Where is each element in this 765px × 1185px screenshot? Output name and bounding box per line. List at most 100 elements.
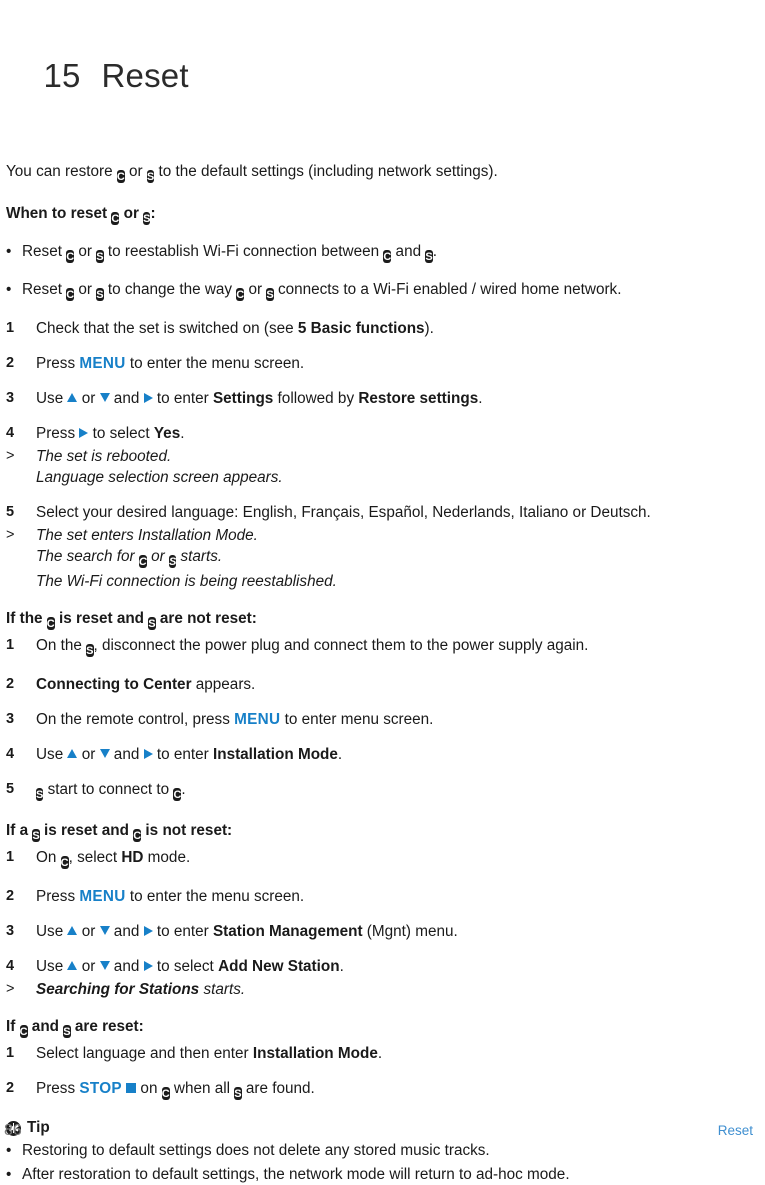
triangle-up-icon (67, 393, 78, 403)
step-text-post: , disconnect the power plug and connect … (93, 637, 589, 654)
station-icon-label: S (148, 617, 156, 630)
station-icon-label: S (96, 288, 104, 301)
bullet-dot: • (6, 1142, 12, 1159)
step-number: 3 (6, 711, 15, 727)
result-line: Language selection screen appears. (36, 469, 283, 486)
step-row: 3 Use or and to enter Station Management… (6, 921, 755, 942)
section-heading-part-3: are reset: (70, 1018, 144, 1035)
step-text-mid-1: or (77, 746, 100, 763)
stop-square-icon (126, 1082, 137, 1093)
step-text: Use or and to enter Installation Mode. (36, 744, 755, 765)
section-heading-part-2: and (27, 1018, 64, 1035)
step-number: 4 (6, 958, 15, 974)
step-row: 3 Use or and to enter Settings followed … (6, 388, 755, 409)
step-text: Use or and to select Add New Station. (36, 956, 755, 977)
step-text-post: . (478, 390, 483, 407)
step-row: 4 Use or and to select Add New Station. (6, 956, 755, 977)
center-icon-label: C (66, 288, 75, 301)
page-title: 15 Reset (6, 16, 755, 136)
step-text-mid-1: or (77, 923, 100, 940)
intro-text-or: or (124, 163, 147, 180)
station-icon-label: S (36, 788, 44, 801)
result-line: The search for C or S starts. (36, 546, 755, 571)
result-row: > The set is rebooted. Language selectio… (6, 446, 755, 488)
result-marker: > (6, 981, 15, 997)
station-icon-label: S (143, 212, 151, 225)
bullet-dot: • (6, 281, 12, 298)
step-text-mid-1: or (77, 958, 100, 975)
result-marker: > (6, 527, 15, 543)
triangle-up-icon (67, 749, 78, 759)
step-text-pre: Press (36, 355, 80, 372)
stop-button-label: STOP (79, 1080, 122, 1097)
center-icon: C (161, 1082, 170, 1103)
step-text-pre: Press (36, 425, 80, 442)
triangle-up-icon (67, 926, 78, 936)
list-item-text: After restoration to default settings, t… (22, 1166, 570, 1183)
station-icon-label: S (168, 555, 177, 568)
footer-section-name: Reset (717, 1123, 753, 1138)
step-text: On C, select HD mode. (36, 847, 755, 872)
step-text-bold: Installation Mode (212, 746, 338, 763)
step-row: 5 Select your desired language: English,… (6, 502, 755, 523)
step-text-mid: on (136, 1080, 162, 1097)
step-number: 1 (6, 637, 15, 653)
triangle-right-icon (143, 925, 153, 936)
step-text: S start to connect to C. (36, 779, 755, 804)
section-heading-center-reset: If the C is reset and S are not reset: (6, 609, 755, 633)
step-text-bold: Installation Mode (252, 1045, 378, 1062)
list-item: • After restoration to default settings,… (6, 1164, 755, 1185)
bullet-text-2: or (74, 243, 97, 260)
when-to-reset-suffix: : (150, 205, 156, 222)
result-text-bold: Searching for Stations (36, 981, 200, 998)
result-line: The Wi-Fi connection is being reestablis… (36, 573, 337, 590)
step-row: 1 On C, select HD mode. (6, 847, 755, 872)
center-icon: C (46, 613, 55, 633)
intro-text-1: You can restore (6, 163, 117, 180)
center-icon: C (116, 166, 125, 186)
triangle-down-icon (99, 961, 110, 971)
step-text-mid-3: to enter (152, 390, 213, 407)
list-item: • Reset C or S to reestablish Wi-Fi conn… (6, 241, 755, 266)
step-text-post: . (337, 746, 343, 763)
step-text-post: to enter the menu screen. (125, 355, 305, 372)
station-icon: S (96, 283, 104, 304)
step-text-bold: HD (121, 849, 144, 866)
step-text-pre: Select language and then enter (36, 1045, 253, 1062)
step-number: 3 (6, 390, 15, 406)
bullet-text-2: or (74, 281, 97, 298)
step-number: 5 (6, 504, 15, 520)
center-icon-label: C (173, 788, 182, 801)
triangle-up-icon (67, 961, 78, 971)
triangle-right-icon (79, 427, 89, 438)
step-text-post: ). (424, 320, 434, 337)
step-number: 1 (6, 320, 15, 336)
station-icon-label: S (96, 250, 104, 263)
step-text: Connecting to Center appears. (36, 674, 755, 695)
center-icon-label: C (133, 829, 142, 842)
triangle-down-icon (99, 749, 110, 759)
triangle-right-icon (143, 748, 153, 759)
step-text: Press MENU to enter the menu screen. (36, 353, 755, 374)
step-text: Press to select Yes. (36, 423, 755, 444)
bullet-text-3: to change the way (103, 281, 237, 298)
center-icon-label: C (116, 170, 125, 183)
result-text: The set enters Installation Mode. The se… (36, 525, 755, 592)
step-text-pre: Use (36, 958, 68, 975)
result-marker: > (6, 448, 15, 464)
result-text-post: starts. (176, 548, 223, 565)
section-heading-part-2: is reset and (54, 610, 149, 627)
step-text-post: . (377, 1045, 383, 1062)
step-text-mid-1: or (77, 390, 100, 407)
step-text: Check that the set is switched on (see 5… (36, 318, 755, 339)
result-row: > The set enters Installation Mode. The … (6, 525, 755, 592)
center-icon: C (173, 783, 182, 804)
step-text-post: . (180, 425, 185, 442)
station-icon: S (143, 208, 151, 228)
center-icon-label: C (383, 250, 392, 263)
section-heading-part-1: If the (6, 610, 47, 627)
triangle-right-icon (143, 392, 153, 403)
step-row: 5 S start to connect to C. (6, 779, 755, 804)
center-icon-label: C (66, 250, 75, 263)
station-icon: S (148, 613, 156, 633)
